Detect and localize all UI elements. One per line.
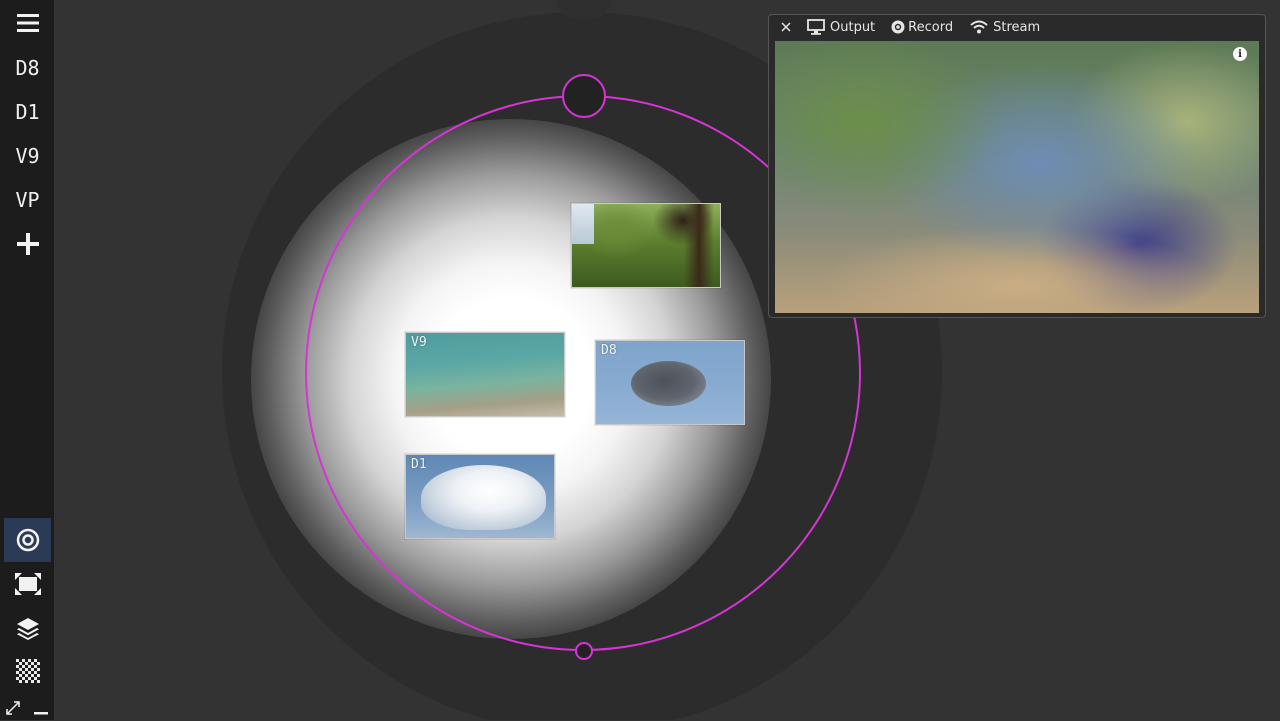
thumbnail-label: D8 bbox=[601, 343, 617, 358]
info-icon[interactable]: i bbox=[1233, 47, 1247, 61]
monitor-icon bbox=[807, 19, 825, 35]
output-panel-toolbar: Output Record Stream bbox=[769, 15, 1265, 39]
add-source-button[interactable] bbox=[4, 224, 51, 264]
sidebar-item-v9[interactable]: V9 bbox=[4, 136, 51, 176]
close-panel-button[interactable] bbox=[781, 22, 791, 32]
checkerboard-icon bbox=[15, 659, 40, 683]
record-icon bbox=[891, 20, 905, 34]
expand-button[interactable] bbox=[6, 700, 20, 715]
transparency-tool-button[interactable] bbox=[4, 651, 51, 691]
minus-icon bbox=[34, 712, 48, 715]
source-thumbnail-forest[interactable] bbox=[571, 203, 721, 288]
sidebar-item-label: D8 bbox=[15, 56, 40, 80]
record-button[interactable]: Record bbox=[891, 20, 953, 35]
menu-button[interactable] bbox=[4, 3, 51, 43]
wifi-icon bbox=[970, 20, 988, 34]
close-icon bbox=[781, 22, 791, 32]
sidebar: D8 D1 V9 VP bbox=[0, 0, 54, 720]
sidebar-item-label: V9 bbox=[15, 144, 40, 168]
expand-icon bbox=[6, 701, 20, 715]
output-panel: Output Record Stream i bbox=[768, 14, 1266, 318]
transform-icon bbox=[14, 573, 41, 595]
transform-tool-button[interactable] bbox=[4, 564, 51, 604]
sidebar-item-d1[interactable]: D1 bbox=[4, 92, 51, 132]
target-icon bbox=[16, 528, 39, 552]
source-thumbnail-d1[interactable]: D1 bbox=[405, 454, 555, 539]
source-thumbnail-d8[interactable]: D8 bbox=[595, 340, 745, 425]
record-label: Record bbox=[908, 19, 954, 35]
output-label: Output bbox=[830, 19, 876, 35]
plus-icon bbox=[16, 233, 39, 255]
hamburger-icon bbox=[16, 14, 39, 32]
thumbnail-label: V9 bbox=[411, 335, 427, 350]
output-button[interactable]: Output bbox=[807, 19, 875, 35]
thumbnail-label: D1 bbox=[411, 457, 427, 472]
rotation-handle[interactable] bbox=[575, 642, 593, 660]
sidebar-item-vp[interactable]: VP bbox=[4, 180, 51, 220]
sidebar-item-label: VP bbox=[15, 188, 40, 212]
sidebar-item-label: D1 bbox=[15, 100, 40, 124]
source-thumbnail-v9[interactable]: V9 bbox=[405, 332, 565, 417]
sidebar-item-d8[interactable]: D8 bbox=[4, 48, 51, 88]
stream-button[interactable]: Stream bbox=[970, 20, 1040, 35]
output-preview: i bbox=[775, 41, 1259, 313]
layers-tool-button[interactable] bbox=[4, 608, 51, 648]
stream-label: Stream bbox=[993, 19, 1041, 35]
layers-icon bbox=[16, 618, 39, 640]
info-glyph: i bbox=[1238, 48, 1242, 60]
target-tool-button[interactable] bbox=[4, 518, 51, 562]
radius-handle[interactable] bbox=[562, 74, 606, 118]
collapse-button[interactable] bbox=[33, 702, 49, 715]
